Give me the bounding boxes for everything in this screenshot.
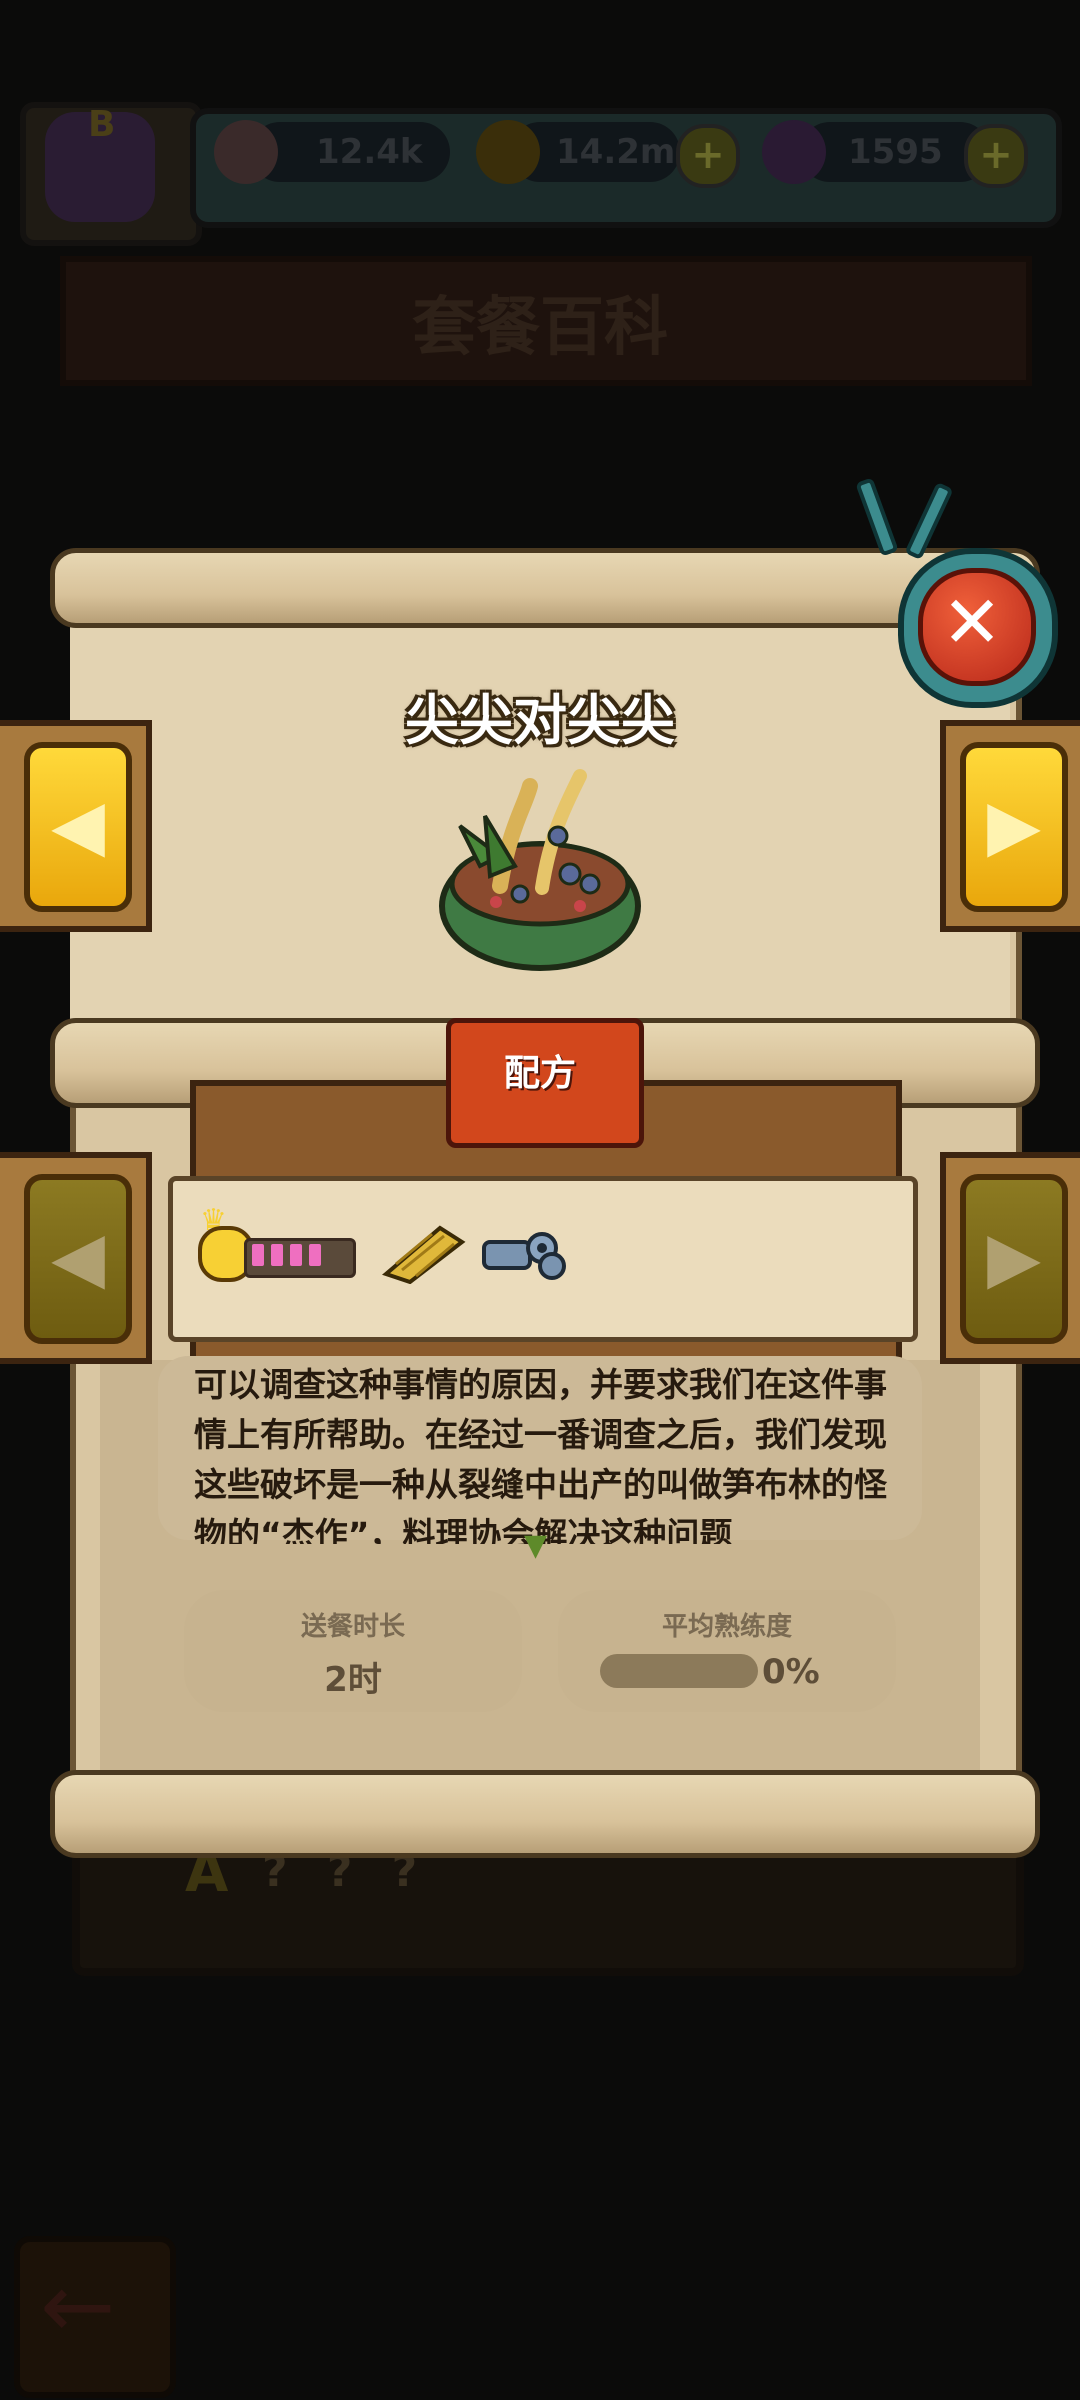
arrow-right-icon: ▶	[987, 784, 1041, 866]
bamboo-shoot-icon	[382, 1225, 466, 1284]
dish-description: 可以调查这种事情的原因，并要求我们在这件事情上有所帮助。在经过一番调查之后，我们…	[194, 1365, 887, 1544]
scroll-bottom-roll	[50, 1770, 1040, 1858]
prev-recipe-button[interactable]: ◀	[24, 1174, 132, 1344]
delivery-time-value: 2时	[324, 1660, 382, 1700]
proficiency-label: 平均熟练度	[661, 1612, 792, 1642]
next-recipe-button[interactable]: ▶	[960, 1174, 1068, 1344]
add-coin-button[interactable]: +	[676, 124, 740, 188]
arrow-left-icon: ◀	[51, 784, 105, 866]
rank-badge: B	[88, 104, 116, 145]
potion-count: 1595	[848, 132, 943, 172]
page-title: 套餐百科	[412, 291, 668, 365]
delivery-time-label: 送餐时长	[300, 1612, 405, 1642]
coin-count: 14.2m	[556, 132, 676, 172]
scroll-top-roll	[50, 548, 1040, 628]
level-segment	[271, 1244, 283, 1266]
proficiency-value: 0%	[762, 1652, 820, 1692]
back-arrow-icon: ←	[40, 2254, 116, 2359]
level-segment	[290, 1244, 302, 1266]
recipe-tab-label: 配方	[503, 1053, 576, 1094]
eyeball-icon	[214, 120, 278, 184]
dish-image	[439, 769, 641, 971]
potion-icon	[762, 120, 826, 184]
add-potion-button[interactable]: +	[964, 124, 1028, 188]
arrow-left-icon: ◀	[51, 1216, 105, 1298]
next-dish-button[interactable]: ▶	[960, 742, 1068, 912]
level-segment	[309, 1244, 321, 1266]
level-segment	[328, 1244, 340, 1266]
prev-dish-button[interactable]: ◀	[24, 742, 132, 912]
dish-name: 尖尖对尖尖	[405, 689, 675, 752]
arrow-right-icon: ▶	[987, 1216, 1041, 1298]
level-segment	[252, 1244, 264, 1266]
scroll-down-icon: ▼	[524, 1528, 548, 1563]
proficiency-bar	[600, 1654, 758, 1688]
close-icon: ✕	[941, 580, 1003, 664]
bolt-nut-icon	[482, 1232, 566, 1280]
coin-icon	[476, 120, 540, 184]
eyeball-count: 12.4k	[316, 132, 423, 172]
